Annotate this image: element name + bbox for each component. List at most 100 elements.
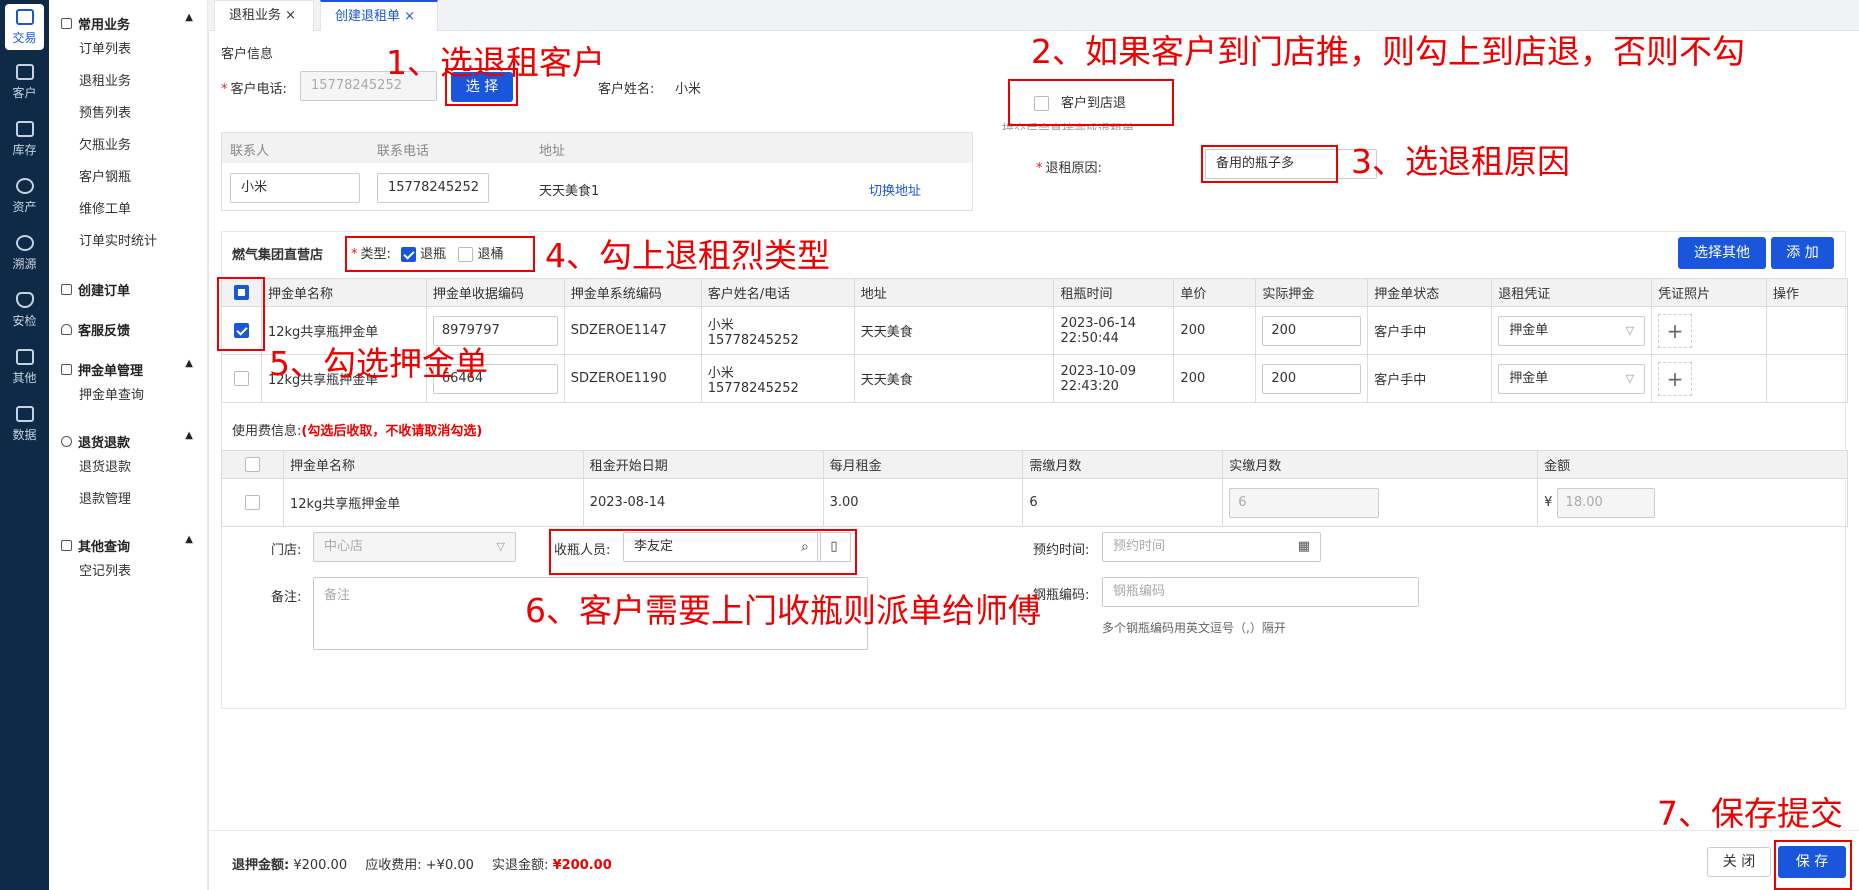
cylinder-code-label: 钢瓶编码: (1033, 588, 1090, 603)
asset-icon (15, 178, 34, 194)
close-button[interactable]: 关 闭 (1707, 847, 1771, 877)
rail-item-other[interactable]: 其他 (0, 339, 49, 396)
annotation-step-5: 5、勾选押金单 (269, 344, 488, 383)
row-checkbox[interactable] (233, 371, 249, 386)
actual-deposit-input[interactable]: 200 (1262, 315, 1362, 346)
safety-icon (15, 292, 34, 308)
select-other-button[interactable]: 选择其他 (1678, 237, 1766, 269)
trade-icon (15, 8, 34, 25)
contact-name-input[interactable]: 小米 (230, 173, 360, 203)
col-header: 每月租金 (822, 450, 1024, 479)
col-header: 押金单名称 (260, 278, 427, 307)
contact-header-address: 地址 (539, 144, 566, 159)
document-icon (61, 363, 72, 375)
side-menu: 常用业务 ▲ 订单列表 退租业务 预售列表 欠瓶业务 客户钢瓶 维修工单 订单实时… (49, 0, 208, 890)
usage-label: 使用费信息:(勾选后收取，不收请取消勾选) (232, 424, 483, 439)
unit-price: 200 (1173, 306, 1257, 355)
menu-item-refund[interactable]: 退货退款 (49, 452, 207, 484)
customer-name-value: 小米 (675, 82, 702, 97)
contact-phone-input[interactable]: 15778245252 (377, 173, 489, 203)
amount-input[interactable]: 18.00 (1556, 487, 1655, 518)
annotation-step-6: 6、客户需要上门收瓶则派单给师傅 (525, 591, 1041, 630)
menu-section-other[interactable]: 其他查询 ▲ (49, 522, 207, 556)
annotation-box-collector (549, 529, 857, 575)
voucher-select[interactable]: 押金单 ▽ (1498, 363, 1646, 394)
phone-label: * 客户电话: (221, 82, 287, 97)
inventory-icon (15, 121, 34, 137)
col-header: 地址 (853, 278, 1055, 307)
system-code: SDZEROE1190 (563, 354, 702, 403)
menu-item-empty-records[interactable]: 空记列表 (49, 556, 207, 588)
rail-item-trade[interactable]: 交易 (5, 4, 44, 50)
address: 天天美食 (853, 306, 1055, 355)
menu-item-customer-cylinders[interactable]: 客户钢瓶 (49, 162, 207, 194)
rail-item-asset[interactable]: 资产 (0, 168, 49, 225)
close-icon[interactable]: × (285, 8, 296, 23)
add-button[interactable]: 添 加 (1771, 237, 1834, 269)
cust-phone: 15778245252 (707, 380, 799, 396)
app-rail: 交易 客户 库存 资产 溯源 安检 其他 数据 (0, 0, 49, 890)
col-header: 需缴月数 (1022, 450, 1224, 479)
annotation-step-4: 4、勾上退租烈类型 (545, 236, 830, 275)
rent-time: 22:50:44 (1060, 330, 1119, 346)
contact-header-phone: 联系电话 (377, 144, 430, 159)
contact-address: 天天美食1 (539, 184, 600, 199)
usage-monthly-rent: 3.00 (822, 478, 1024, 527)
status: 客户手中 (1367, 306, 1493, 355)
menu-item-refund-manage[interactable]: 退款管理 (49, 484, 207, 516)
menu-item-presale[interactable]: 预售列表 (49, 98, 207, 130)
menu-section-refund[interactable]: 退货退款 ▲ (49, 418, 207, 452)
store-select[interactable]: 中心店 ▽ (313, 532, 516, 562)
menu-item-owed-bottles[interactable]: 欠瓶业务 (49, 130, 207, 162)
calendar-icon: ▦ (1297, 539, 1310, 554)
tab-create-return[interactable]: 创建退租单 × (320, 0, 438, 31)
menu-item-rent-return[interactable]: 退租业务 (49, 66, 207, 98)
annotation-step-7: 7、保存提交 (1657, 794, 1843, 833)
close-icon[interactable]: × (404, 9, 415, 24)
annotation-box-type (345, 236, 535, 272)
menu-item-repair[interactable]: 维修工单 (49, 194, 207, 226)
menu-section-common[interactable]: 常用业务 ▲ (49, 0, 207, 34)
headset-icon (61, 323, 72, 335)
switch-address-link[interactable]: 切换地址 (869, 180, 921, 199)
rail-item-trace[interactable]: 溯源 (0, 225, 49, 282)
appoint-time-input[interactable]: 预约时间 ▦ (1102, 532, 1321, 562)
tab-rent-return[interactable]: 退租业务 × (214, 0, 314, 31)
menu-create-order[interactable]: 创建订单 (49, 266, 207, 300)
usage-select-all-checkbox[interactable] (244, 457, 260, 472)
voucher-select[interactable]: 押金单 ▽ (1498, 315, 1646, 346)
rail-item-data[interactable]: 数据 (0, 396, 49, 453)
menu-section-deposit[interactable]: 押金单管理 ▲ (49, 346, 207, 380)
menu-item-deposit-query[interactable]: 押金单查询 (49, 380, 207, 412)
cylinder-code-hint: 多个钢瓶编码用英文逗号（,）隔开 (1102, 621, 1286, 635)
rail-item-inventory[interactable]: 库存 (0, 111, 49, 168)
upload-photo-button[interactable]: + (1658, 313, 1693, 348)
reason-label: * 退租原因: (1036, 161, 1102, 176)
row-actions (1765, 354, 1849, 403)
cust-name: 小米 (707, 365, 734, 381)
main-panel: 客户信息 * 客户电话: 15778245252 选 择 客户姓名: 小米 联系人… (208, 31, 1859, 890)
menu-item-orders[interactable]: 订单列表 (49, 34, 207, 66)
document-icon (61, 539, 72, 551)
annotation-box-save (1774, 840, 1852, 890)
chevron-up-icon: ▲ (185, 534, 193, 545)
paid-months-input[interactable]: 6 (1229, 487, 1380, 518)
list-icon (61, 17, 72, 29)
trace-icon (15, 235, 34, 251)
actual-deposit-input[interactable]: 200 (1262, 363, 1362, 394)
annotation-step-2: 2、如果客户到门店推，则勾上到店退，否则不勾 (1031, 32, 1745, 71)
rent-time: 22:43:20 (1060, 378, 1119, 394)
usage-start-date: 2023-08-14 (582, 478, 824, 527)
menu-feedback[interactable]: 客服反馈 (49, 306, 207, 340)
rail-item-customer[interactable]: 客户 (0, 54, 49, 111)
refund-summary: 退押金额: ¥200.00 应收费用: +¥0.00 实退金额: ¥200.00 (232, 858, 612, 873)
chevron-up-icon: ▲ (185, 358, 193, 369)
rail-item-safety[interactable]: 安检 (0, 282, 49, 339)
cylinder-code-input[interactable]: 钢瓶编码 (1102, 577, 1419, 607)
usage-row-checkbox[interactable] (244, 495, 260, 510)
menu-item-realtime-stats[interactable]: 订单实时统计 (49, 226, 207, 258)
contact-header (222, 133, 972, 163)
col-header: 单价 (1173, 278, 1257, 307)
upload-photo-button[interactable]: + (1658, 361, 1693, 396)
contact-header-name: 联系人 (230, 144, 270, 159)
